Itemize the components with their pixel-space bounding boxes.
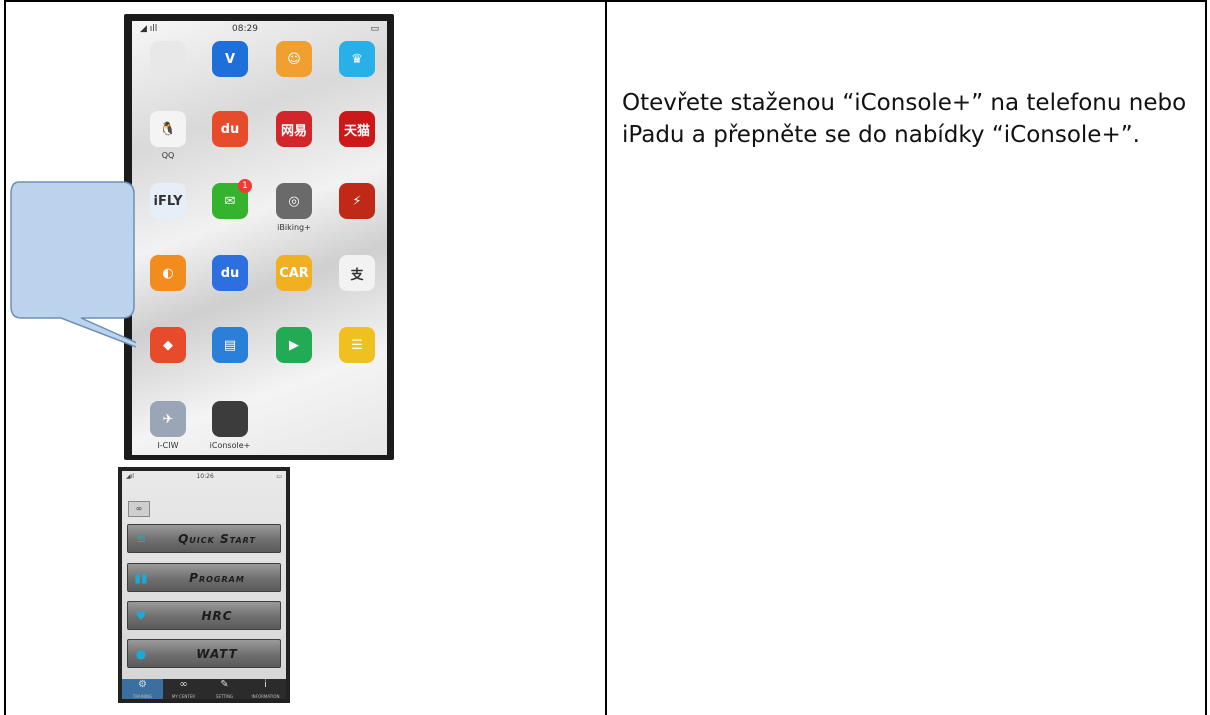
signal-icon: ◢ ıll xyxy=(140,24,158,34)
app-glyph-icon: CAR xyxy=(276,255,312,291)
app-label: QQ xyxy=(161,151,175,160)
app-icon-20[interactable]: ☰ xyxy=(327,327,387,367)
tab-training[interactable]: ⚙ TRAINING xyxy=(122,679,163,699)
app-icon-17[interactable]: ◆ xyxy=(138,327,198,367)
app-label: iBiking+ xyxy=(277,223,311,232)
app-icon-10[interactable]: 1 ✉ xyxy=(200,179,260,223)
app-glyph-icon: ☺ xyxy=(276,41,312,77)
tab-bar: ⚙ TRAINING ∞ MY CENTER ✎ SETTING i INFORMATION xyxy=(122,679,286,699)
tab-information[interactable]: i INFORMATION xyxy=(245,679,286,699)
signal-icon: ◢ıl xyxy=(126,473,134,480)
menu-icon: ≡ xyxy=(135,531,147,546)
app-icon-3[interactable]: ☺ xyxy=(264,41,324,81)
menu-label: HRC xyxy=(201,608,233,623)
app-icon-13[interactable]: ◐ xyxy=(138,255,198,295)
tab-icon: ∞ xyxy=(179,679,188,690)
menu-button-program[interactable]: ▮▮ Program xyxy=(127,563,281,592)
status-time: 10:26 xyxy=(196,473,214,480)
battery-icon: ▭ xyxy=(276,473,282,480)
tab-icon: ⚙ xyxy=(138,679,147,690)
app-glyph-icon: 支 xyxy=(339,255,375,291)
phone-home-screenshot: ◢ ıll 08:29 ▭ V ☺ ♛ 🐧 QQ du 网易 天猫 iFLY 1 ✉ ◎ iBiking… xyxy=(124,14,394,460)
app-glyph-icon: du xyxy=(212,111,248,147)
app-glyph-icon: du xyxy=(212,255,248,291)
status-time: 08:29 xyxy=(232,24,258,34)
callout-bubble xyxy=(10,181,136,348)
app-glyph-icon: ▶ xyxy=(276,327,312,363)
app-icon-8[interactable]: 天猫 xyxy=(327,111,387,151)
app-icon-i-ciw[interactable]: ✈ I-CIW xyxy=(138,401,198,450)
tab-icon: i xyxy=(264,679,267,690)
app-icon-6[interactable]: du xyxy=(200,111,260,151)
app-glyph-icon: ♛ xyxy=(339,41,375,77)
app-glyph-icon: ⚡ xyxy=(339,183,375,219)
app-icon-7[interactable]: 网易 xyxy=(264,111,324,151)
menu-label: Quick Start xyxy=(178,531,256,546)
menu-button-watt[interactable]: ● WATT xyxy=(127,639,281,668)
app-icon-15[interactable]: CAR xyxy=(264,255,324,295)
app-icon-1[interactable] xyxy=(138,41,198,81)
app-icon-2[interactable]: V xyxy=(200,41,260,81)
menu-icon: ♥ xyxy=(135,608,147,623)
console-screen: ◢ıl 10:26 ▭ ∞ ≡ Quick Start ▮▮ Program ♥ HRC ●… xyxy=(122,471,286,699)
tab-label: SETTING xyxy=(215,694,234,699)
app-glyph-icon: ✈ xyxy=(150,401,186,437)
app-glyph-icon: ◆ xyxy=(150,327,186,363)
app-glyph-icon: iFLY xyxy=(150,183,186,219)
app-label: I-CIW xyxy=(157,441,179,450)
menu-label: Program xyxy=(189,570,245,585)
app-icon-qq[interactable]: 🐧 QQ xyxy=(138,111,198,160)
notification-badge: 1 xyxy=(238,179,252,193)
app-icon-4[interactable]: ♛ xyxy=(327,41,387,81)
app-glyph-icon xyxy=(212,401,248,437)
status-bar: ◢ıl 10:26 ▭ xyxy=(122,471,286,483)
app-glyph-icon: 天猫 xyxy=(339,111,375,147)
app-glyph-icon: ◎ xyxy=(276,183,312,219)
menu-label: WATT xyxy=(196,646,238,661)
app-glyph-icon: 网易 xyxy=(276,111,312,147)
app-icon-12[interactable]: ⚡ xyxy=(327,183,387,223)
tab-my-center[interactable]: ∞ MY CENTER xyxy=(163,679,204,699)
app-icon-14[interactable]: du xyxy=(200,255,260,295)
connect-icon[interactable]: ∞ xyxy=(128,501,150,517)
app-icon-19[interactable]: ▶ xyxy=(264,327,324,367)
tab-label: TRAINING xyxy=(132,694,153,699)
phone-console-screenshot: ◢ıl 10:26 ▭ ∞ ≡ Quick Start ▮▮ Program ♥ HRC ●… xyxy=(118,467,290,703)
menu-button-hrc[interactable]: ♥ HRC xyxy=(127,601,281,630)
app-glyph-icon: ▤ xyxy=(212,327,248,363)
app-icon-9[interactable]: iFLY xyxy=(138,183,198,223)
app-glyph-icon: 🐧 xyxy=(150,111,186,147)
app-glyph-icon: ◐ xyxy=(150,255,186,291)
home-screen: ◢ ıll 08:29 ▭ V ☺ ♛ 🐧 QQ du 网易 天猫 iFLY 1 ✉ ◎ iBiking… xyxy=(132,21,387,455)
status-bar: ◢ ıll 08:29 ▭ xyxy=(132,21,387,37)
tab-label: INFORMATION xyxy=(251,694,280,699)
menu-icon: ● xyxy=(135,646,147,661)
tab-setting[interactable]: ✎ SETTING xyxy=(204,679,245,699)
menu-button-quick-start[interactable]: ≡ Quick Start xyxy=(127,524,281,553)
instruction-text: Otevřete staženou “iConsole+” na telefon… xyxy=(622,90,1187,148)
tab-icon: ✎ xyxy=(220,679,229,690)
app-icon-18[interactable]: ▤ xyxy=(200,327,260,367)
app-icon-iconsole-[interactable]: iConsole+ xyxy=(200,401,260,450)
app-glyph-icon: V xyxy=(212,41,248,77)
app-glyph-icon xyxy=(150,41,186,77)
app-icon-ibiking-[interactable]: ◎ iBiking+ xyxy=(264,183,324,232)
app-label: iConsole+ xyxy=(209,441,251,450)
app-icon-16[interactable]: 支 xyxy=(327,255,387,295)
tab-label: MY CENTER xyxy=(171,694,196,699)
app-glyph-icon: ☰ xyxy=(339,327,375,363)
menu-icon: ▮▮ xyxy=(134,570,148,585)
column-divider xyxy=(605,0,607,715)
battery-icon: ▭ xyxy=(370,24,379,34)
